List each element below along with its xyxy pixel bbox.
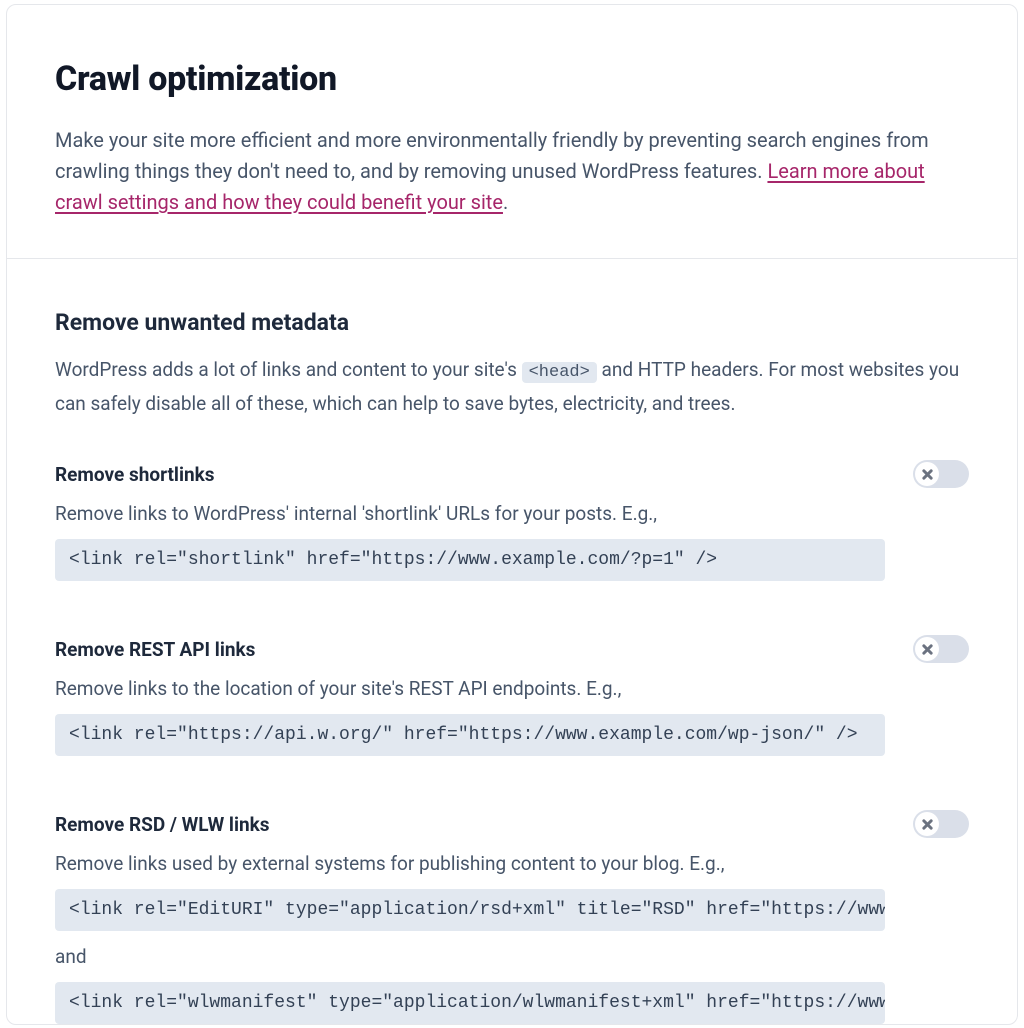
setting-remove-rest-api: Remove REST API links Remove links to th…	[7, 581, 1017, 756]
and-text: and	[55, 931, 969, 982]
desc-before: WordPress adds a lot of links and conten…	[55, 358, 522, 381]
lead-text-after: .	[503, 190, 508, 214]
setting-remove-rsd-wlw: Remove RSD / WLW links Remove links used…	[7, 756, 1017, 1024]
code-example: <link rel="https://api.w.org/" href="htt…	[55, 714, 885, 756]
metadata-section: Remove unwanted metadata WordPress adds …	[7, 259, 1017, 430]
setting-desc: Remove links to the location of your sit…	[55, 677, 969, 700]
setting-title: Remove RSD / WLW links	[55, 813, 270, 836]
toggle-remove-rsd-wlw[interactable]	[913, 810, 969, 838]
code-example-1: <link rel="EditURI" type="application/rs…	[55, 889, 885, 931]
x-icon	[922, 644, 933, 655]
x-icon	[922, 819, 933, 830]
toggle-remove-shortlinks[interactable]	[913, 460, 969, 488]
crawl-optimization-card: Crawl optimization Make your site more e…	[6, 4, 1018, 1025]
setting-desc: Remove links used by external systems fo…	[55, 852, 969, 875]
setting-title: Remove shortlinks	[55, 463, 215, 486]
page-lead: Make your site more efficient and more e…	[55, 125, 969, 218]
setting-desc: Remove links to WordPress' internal 'sho…	[55, 502, 969, 525]
page-title: Crawl optimization	[55, 59, 969, 99]
toggle-remove-rest-api[interactable]	[913, 635, 969, 663]
setting-title: Remove REST API links	[55, 638, 255, 661]
header-section: Crawl optimization Make your site more e…	[7, 5, 1017, 258]
inline-code-head: <head>	[522, 362, 597, 383]
code-example: <link rel="shortlink" href="https://www.…	[55, 539, 885, 581]
x-icon	[922, 469, 933, 480]
toggle-knob	[915, 812, 939, 836]
toggle-knob	[915, 637, 939, 661]
setting-header: Remove RSD / WLW links	[55, 810, 969, 838]
toggle-knob	[915, 462, 939, 486]
section-title: Remove unwanted metadata	[55, 309, 969, 336]
setting-header: Remove REST API links	[55, 635, 969, 663]
setting-header: Remove shortlinks	[55, 460, 969, 488]
setting-remove-shortlinks: Remove shortlinks Remove links to WordPr…	[7, 430, 1017, 581]
section-desc: WordPress adds a lot of links and conten…	[55, 354, 969, 420]
